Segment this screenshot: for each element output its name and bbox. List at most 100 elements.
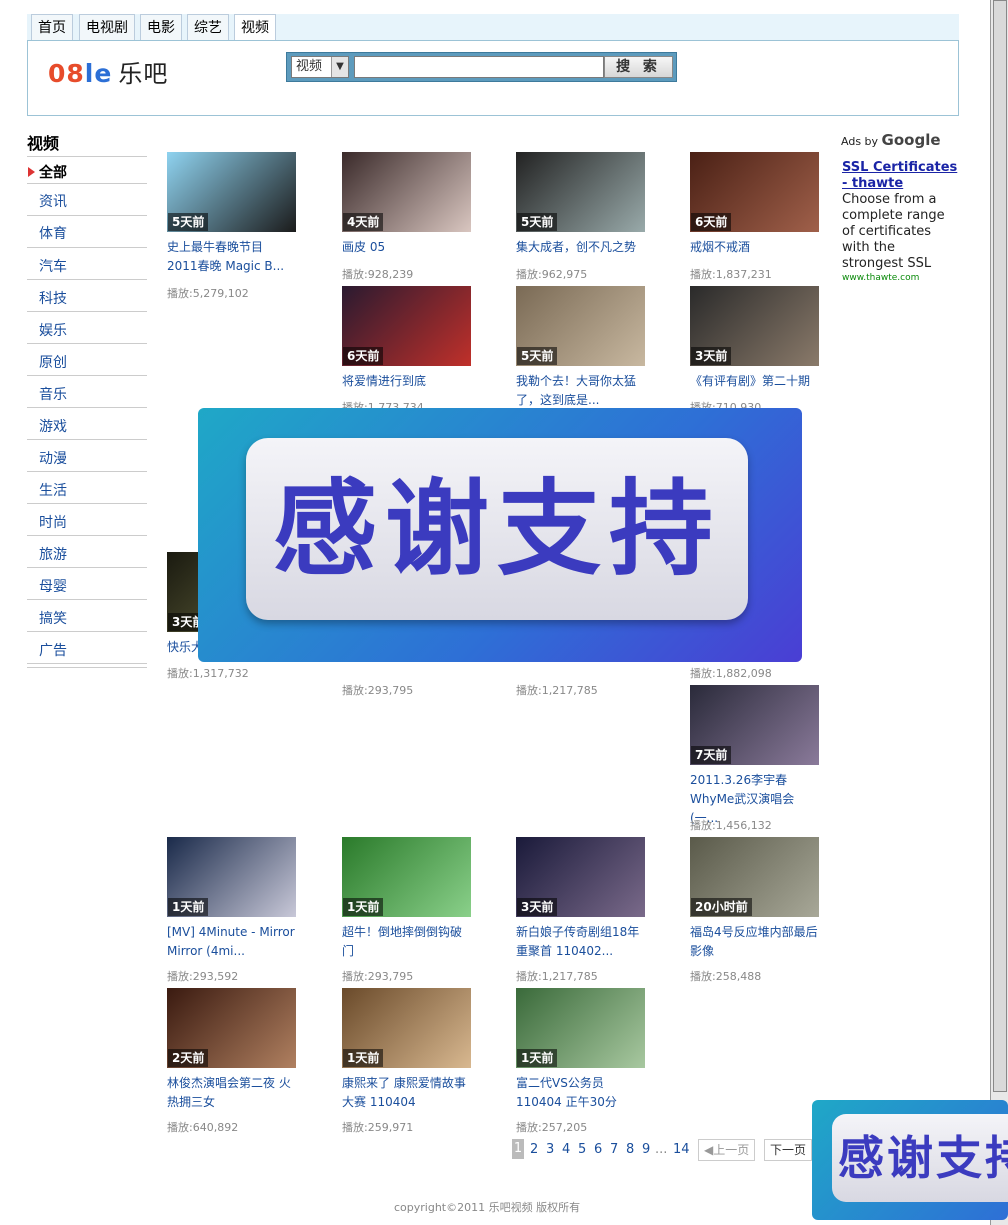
chevron-down-icon[interactable]: ▼ bbox=[331, 57, 348, 77]
video-play-count: 播放:258,488 bbox=[690, 970, 762, 983]
video-title-link[interactable]: 将爱情进行到底 bbox=[342, 372, 472, 391]
thanks-overlay-text: 感谢支持 bbox=[272, 468, 721, 590]
footer-copyright: copyright©2011 乐吧视频 版权所有 bbox=[394, 1201, 581, 1214]
vertical-scrollbar[interactable] bbox=[990, 0, 1008, 1225]
video-title-link[interactable]: 林俊杰演唱会第二夜 火热拥三女 bbox=[167, 1074, 297, 1112]
video-title-link[interactable]: 集大成者，创不凡之势 bbox=[516, 238, 646, 257]
divider bbox=[27, 503, 147, 504]
video-title-link[interactable]: 福岛4号反应堆内部最后影像 bbox=[690, 923, 820, 961]
sidebar-item-baby[interactable]: 母婴 bbox=[39, 576, 67, 596]
video-play-count: 播放:257,205 bbox=[516, 1121, 588, 1134]
sidebar-item-news[interactable]: 资讯 bbox=[39, 191, 67, 211]
thanks-overlay-card: 感谢支持 bbox=[246, 438, 748, 620]
sidebar-item-auto[interactable]: 汽车 bbox=[39, 256, 67, 276]
video-play-count: 播放:293,592 bbox=[167, 970, 239, 983]
video-age-badge: 2天前 bbox=[168, 1049, 209, 1067]
thanks-overlay[interactable]: 感谢支持 bbox=[198, 408, 802, 662]
video-age-badge: 5天前 bbox=[517, 213, 558, 231]
divider bbox=[27, 215, 147, 216]
video-play-count: 播放:1,217,785 bbox=[516, 684, 598, 697]
page-link[interactable]: 8 bbox=[626, 1142, 634, 1157]
video-age-badge: 4天前 bbox=[343, 213, 384, 231]
page-link[interactable]: 7 bbox=[610, 1142, 618, 1157]
video-age-badge: 1天前 bbox=[517, 1049, 558, 1067]
search-category-value: 视频 bbox=[296, 59, 323, 74]
video-age-badge: 5天前 bbox=[168, 213, 209, 231]
sidebar-item-ads[interactable]: 广告 bbox=[39, 640, 67, 660]
sidebar-item-anime[interactable]: 动漫 bbox=[39, 448, 67, 468]
thanks-overlay-small[interactable]: 感谢支持 bbox=[812, 1100, 1008, 1220]
ad-body: Choose from a complete range of certific… bbox=[842, 192, 945, 271]
video-play-count: 播放:293,795 bbox=[342, 970, 414, 983]
page-link[interactable]: 6 bbox=[594, 1142, 602, 1157]
sidebar-item-fashion[interactable]: 时尚 bbox=[39, 512, 67, 532]
video-title-link[interactable]: 画皮 05 bbox=[342, 238, 472, 257]
sidebar-item-tech[interactable]: 科技 bbox=[39, 288, 67, 308]
video-age-badge: 6天前 bbox=[691, 213, 732, 231]
page-link[interactable]: 3 bbox=[546, 1142, 554, 1157]
sidebar-item-original[interactable]: 原创 bbox=[39, 352, 67, 372]
video-title-link[interactable]: 我勒个去！大哥你太猛了，这到底是... bbox=[516, 372, 646, 410]
sidebar-item-entertainment[interactable]: 娱乐 bbox=[39, 320, 67, 340]
page-link[interactable]: 4 bbox=[562, 1142, 570, 1157]
video-play-count: 播放:962,975 bbox=[516, 268, 588, 281]
prev-page-button[interactable]: ◀上一页 bbox=[698, 1139, 756, 1161]
sidebar-item-games[interactable]: 游戏 bbox=[39, 416, 67, 436]
sidebar-item-travel[interactable]: 旅游 bbox=[39, 544, 67, 564]
tab-video[interactable]: 视频 bbox=[234, 14, 276, 41]
sidebar-item-sports[interactable]: 体育 bbox=[39, 223, 67, 243]
site-logo[interactable]: 08le 乐吧 bbox=[48, 54, 168, 89]
scrollbar-thumb[interactable] bbox=[993, 0, 1007, 1092]
page-link[interactable]: 9 bbox=[642, 1142, 650, 1157]
video-play-count: 播放:640,892 bbox=[167, 1121, 239, 1134]
video-age-badge: 3天前 bbox=[691, 347, 732, 365]
tab-movies[interactable]: 电影 bbox=[140, 14, 182, 40]
thanks-overlay-small-text: 感谢支持 bbox=[838, 1131, 1008, 1185]
search-input[interactable] bbox=[354, 56, 604, 78]
page-current: 1 bbox=[512, 1139, 524, 1159]
tab-variety[interactable]: 综艺 bbox=[187, 14, 229, 40]
ad-title-link[interactable]: SSL Certificates - thawte bbox=[842, 160, 960, 192]
video-title-link[interactable]: 史上最牛春晚节目 2011春晚 Magic B... bbox=[167, 238, 297, 276]
divider bbox=[27, 375, 147, 376]
logo-part2: le bbox=[84, 59, 113, 88]
search-category-select[interactable]: 视频 ▼ bbox=[291, 56, 349, 78]
video-play-count: 播放:293,795 bbox=[342, 684, 414, 697]
video-play-count: 播放:1,456,132 bbox=[690, 819, 772, 832]
video-title-link[interactable]: 戒烟不戒酒 bbox=[690, 238, 820, 257]
video-play-count: 播放:1,217,785 bbox=[516, 970, 598, 983]
search-button[interactable]: 搜 索 bbox=[604, 56, 673, 78]
ad-url-link[interactable]: www.thawte.com bbox=[842, 273, 919, 283]
page-link[interactable]: 2 bbox=[530, 1142, 538, 1157]
divider bbox=[27, 471, 147, 472]
divider bbox=[27, 311, 147, 312]
video-age-badge: 1天前 bbox=[343, 898, 384, 916]
video-title-link[interactable]: 富二代VS公务员 110404 正午30分 bbox=[516, 1074, 646, 1112]
page-link-last[interactable]: 14 bbox=[673, 1142, 690, 1157]
sidebar-item-all[interactable]: 全部 bbox=[39, 162, 67, 182]
sidebar-item-funny[interactable]: 搞笑 bbox=[39, 608, 67, 628]
sidebar-item-life[interactable]: 生活 bbox=[39, 480, 67, 500]
tab-tv-series[interactable]: 电视剧 bbox=[79, 14, 135, 40]
video-title-link[interactable]: [MV] 4Minute - Mirror Mirror (4mi... bbox=[167, 923, 297, 961]
sidebar-item-music[interactable]: 音乐 bbox=[39, 384, 67, 404]
divider bbox=[27, 535, 147, 536]
next-page-button[interactable]: 下一页 bbox=[764, 1139, 813, 1161]
divider bbox=[27, 343, 147, 344]
ads-by-google[interactable]: Ads by Google bbox=[841, 131, 941, 149]
video-title-link[interactable]: 《有评有剧》第二十期 bbox=[690, 372, 820, 391]
divider bbox=[27, 156, 147, 157]
thanks-overlay-small-card: 感谢支持 bbox=[832, 1114, 1008, 1202]
video-title-link[interactable]: 康熙来了 康熙爱情故事大赛 110404 bbox=[342, 1074, 472, 1112]
video-title-link[interactable]: 新白娘子传奇剧组18年重聚首 110402... bbox=[516, 923, 646, 961]
video-play-count: 播放:259,971 bbox=[342, 1121, 414, 1134]
divider bbox=[27, 247, 147, 248]
nav-tabs: 首页 电视剧 电影 综艺 视频 bbox=[27, 14, 959, 41]
logo-part1: 08 bbox=[48, 59, 85, 88]
video-title-link[interactable]: 超牛！倒地摔倒倒钩破门 bbox=[342, 923, 472, 961]
page-link[interactable]: 5 bbox=[578, 1142, 586, 1157]
page-ellipsis: ... bbox=[655, 1142, 668, 1157]
divider bbox=[27, 279, 147, 280]
tab-home[interactable]: 首页 bbox=[31, 14, 73, 40]
video-age-badge: 6天前 bbox=[343, 347, 384, 365]
